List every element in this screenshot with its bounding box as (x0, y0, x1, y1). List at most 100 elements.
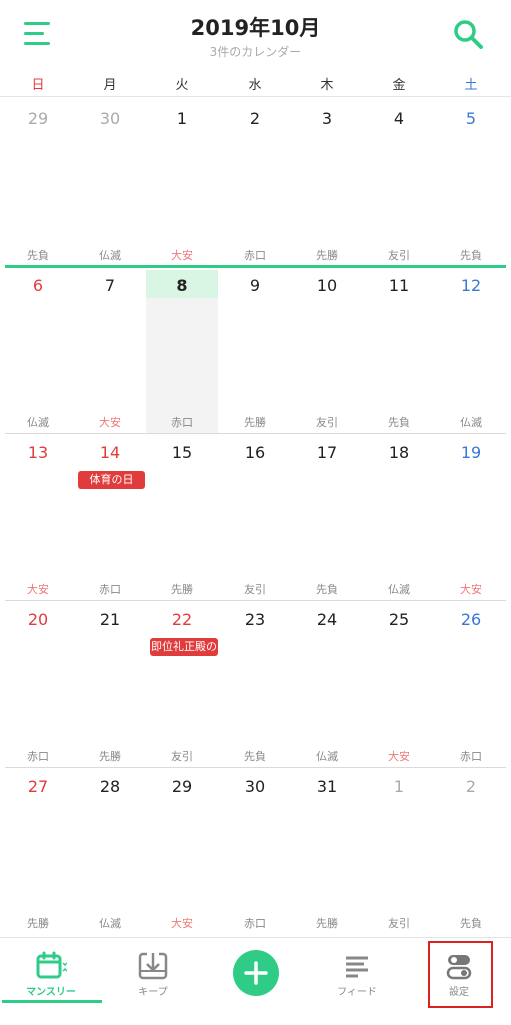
rokuyo-label: 先負 (244, 750, 266, 763)
day-cell[interactable]: 17 先負 (291, 433, 363, 600)
day-cell[interactable]: 5 先負 (435, 99, 507, 266)
rokuyo-label: 先負 (388, 416, 410, 429)
tab-feed[interactable]: フィード (306, 938, 408, 1025)
day-number: 9 (249, 276, 261, 295)
day-cell[interactable]: 1 友引 (363, 767, 435, 934)
day-number: 29 (27, 109, 49, 128)
rokuyo-label: 仏滅 (27, 416, 49, 429)
weekday-label: 日 (31, 78, 45, 93)
tab-keep[interactable]: キープ (102, 938, 204, 1025)
day-cell[interactable]: 4 友引 (363, 99, 435, 266)
day-number: 16 (244, 443, 266, 462)
rokuyo-label: 友引 (316, 416, 338, 429)
day-cell[interactable]: 29 先負 (2, 99, 74, 266)
rokuyo-label: 大安 (460, 583, 482, 596)
day-cell[interactable]: 18 仏滅 (363, 433, 435, 600)
rokuyo-label: 友引 (388, 249, 410, 262)
day-cell[interactable]: 24 仏滅 (291, 600, 363, 767)
add-event-button[interactable] (233, 950, 279, 996)
day-cell[interactable]: 3 先勝 (291, 99, 363, 266)
month-title[interactable]: 2019年10月 (0, 12, 511, 42)
rokuyo-label: 友引 (244, 583, 266, 596)
day-number: 24 (316, 610, 338, 629)
day-cell[interactable]: 19 大安 (435, 433, 507, 600)
search-button[interactable] (452, 18, 484, 50)
day-cell[interactable]: 10 友引 (291, 266, 363, 433)
day-cell[interactable]: 11 先負 (363, 266, 435, 433)
day-cell[interactable]: 1 大安 (146, 99, 218, 266)
calendar-count[interactable]: 3件のカレンダー (0, 43, 511, 60)
day-cell[interactable]: 22 即位礼正殿の友引 (146, 600, 218, 767)
rokuyo-label: 仏滅 (460, 416, 482, 429)
day-cell[interactable]: 23 先負 (219, 600, 291, 767)
day-cell[interactable]: 12 仏滅 (435, 266, 507, 433)
day-number: 12 (460, 276, 482, 295)
day-number: 22 (171, 610, 193, 629)
day-number: 21 (99, 610, 121, 629)
rokuyo-label: 仏滅 (388, 583, 410, 596)
day-cell[interactable]: 30 赤口 (219, 767, 291, 934)
day-number: 15 (171, 443, 193, 462)
day-cell[interactable]: 2 先負 (435, 767, 507, 934)
day-cell[interactable]: 27 先勝 (2, 767, 74, 934)
rokuyo-label: 仏滅 (99, 249, 121, 262)
day-number: 10 (316, 276, 338, 295)
day-cell[interactable]: 20 赤口 (2, 600, 74, 767)
holiday-event-chip[interactable]: 即位礼正殿の (150, 638, 218, 656)
day-cell[interactable]: 29 大安 (146, 767, 218, 934)
day-number: 1 (393, 777, 405, 796)
tab-keep-label: キープ (138, 987, 168, 998)
download-tray-icon (138, 952, 168, 980)
day-number: 4 (393, 109, 405, 128)
weekday-label: 水 (248, 78, 262, 93)
day-cell[interactable]: 28 仏滅 (74, 767, 146, 934)
day-cell[interactable]: 25 大安 (363, 600, 435, 767)
day-number: 3 (321, 109, 333, 128)
day-number: 28 (99, 777, 121, 796)
active-tab-indicator (2, 1000, 102, 1003)
day-cell[interactable]: 15 先勝 (146, 433, 218, 600)
day-cell[interactable]: 26 赤口 (435, 600, 507, 767)
day-number: 20 (27, 610, 49, 629)
weekday-header: 日月火水木金土 (0, 68, 511, 97)
day-cell[interactable]: 16 友引 (219, 433, 291, 600)
day-number: 5 (465, 109, 477, 128)
day-cell[interactable]: 6 仏滅 (2, 266, 74, 433)
day-cell[interactable]: 2 赤口 (219, 99, 291, 266)
day-cell[interactable]: 31 先勝 (291, 767, 363, 934)
day-cell[interactable]: 14 体育の日 赤口 (74, 433, 146, 600)
rokuyo-label: 赤口 (99, 583, 121, 596)
day-cell[interactable]: 30 仏滅 (74, 99, 146, 266)
rokuyo-label: 先勝 (244, 416, 266, 429)
day-number: 30 (99, 109, 121, 128)
rokuyo-label: 大安 (171, 249, 193, 262)
tab-monthly[interactable]: マンスリー (0, 938, 102, 1025)
rokuyo-label: 赤口 (244, 249, 266, 262)
rokuyo-label: 赤口 (27, 750, 49, 763)
week-row: 29 先負 30 仏滅 1 大安 2 赤口 3 先勝 4 友引 5 先負 (0, 99, 511, 266)
calendar-icon (36, 951, 67, 979)
day-cell-today[interactable]: 8 赤口 (146, 266, 218, 433)
settings-highlight-box (428, 941, 493, 1008)
rokuyo-label: 先負 (316, 583, 338, 596)
rokuyo-label: 先勝 (316, 917, 338, 930)
day-number: 7 (104, 276, 116, 295)
day-number: 27 (27, 777, 49, 796)
holiday-event-chip[interactable]: 体育の日 (78, 471, 145, 489)
rokuyo-label: 友引 (388, 917, 410, 930)
rokuyo-label: 赤口 (171, 416, 193, 429)
day-number: 26 (460, 610, 482, 629)
day-cell[interactable]: 7 大安 (74, 266, 146, 433)
week-row: 27 先勝 28 仏滅 29 大安 30 赤口 31 先勝 1 友引 2 先負 (0, 767, 511, 934)
rokuyo-label: 先負 (27, 249, 49, 262)
rokuyo-label: 大安 (388, 750, 410, 763)
rokuyo-label: 先勝 (27, 917, 49, 930)
rokuyo-label: 赤口 (244, 917, 266, 930)
day-cell[interactable]: 21 先勝 (74, 600, 146, 767)
week-row: 13 大安 14 体育の日 赤口 15 先勝 16 友引 17 先負 18 仏滅 19 大安 (0, 433, 511, 600)
rokuyo-label: 仏滅 (99, 917, 121, 930)
rokuyo-label: 友引 (171, 750, 193, 763)
day-cell[interactable]: 13 大安 (2, 433, 74, 600)
day-cell[interactable]: 9 先勝 (219, 266, 291, 433)
day-number: 11 (388, 276, 410, 295)
